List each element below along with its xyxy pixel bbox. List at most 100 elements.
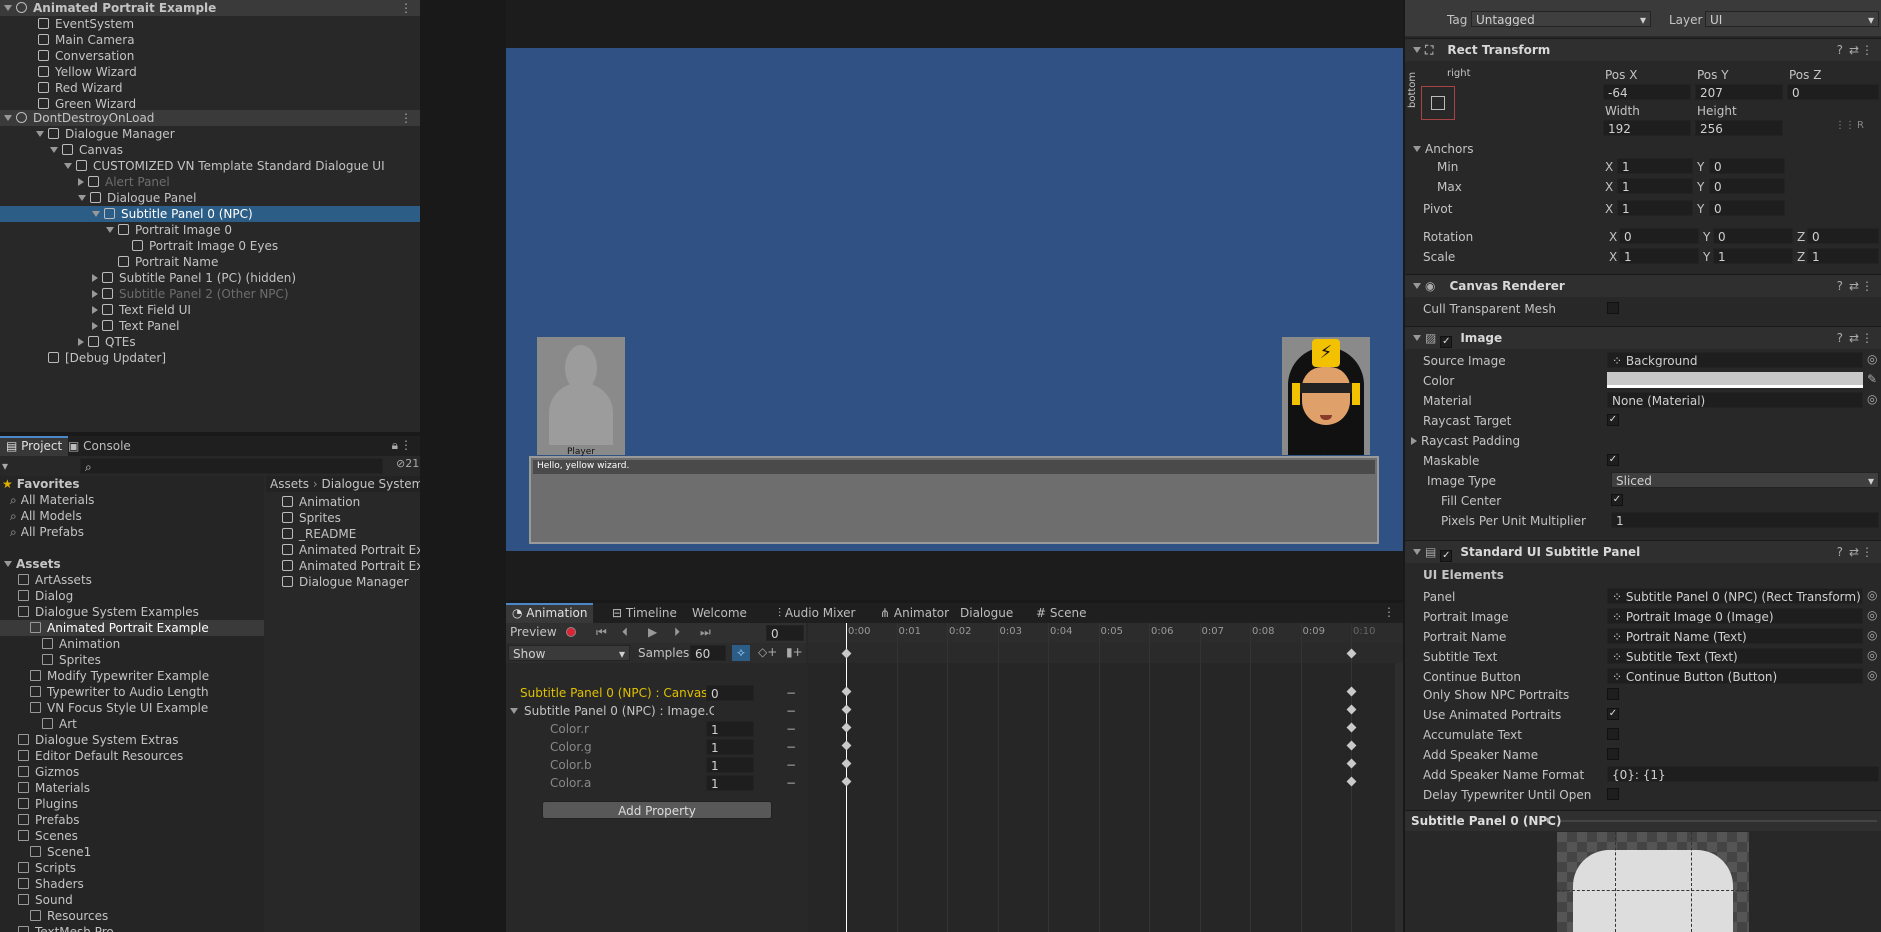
tab-dialogue[interactable]: Dialogue: [954, 603, 1019, 623]
hierarchy-item[interactable]: Subtitle Panel 0 (NPC): [0, 206, 420, 222]
object-picker-icon[interactable]: ◎: [1867, 628, 1877, 642]
foldout-open-icon[interactable]: [64, 163, 72, 169]
raw-edit-icon[interactable]: R: [1857, 120, 1864, 131]
scene-header[interactable]: Animated Portrait Example ⋮: [0, 0, 420, 16]
add-property-button[interactable]: Add Property: [542, 801, 772, 819]
folder-item[interactable]: Gizmos: [0, 764, 264, 780]
foldout-closed-icon[interactable]: [92, 290, 98, 298]
rot-z-input[interactable]: 0: [1807, 228, 1879, 244]
remove-property-icon[interactable]: −: [786, 703, 796, 719]
animated-property-row[interactable]: Color.b 1 −: [506, 757, 806, 773]
folder-item[interactable]: Scripts: [0, 860, 264, 876]
scene-menu-icon[interactable]: ⋮: [400, 0, 412, 16]
anchor-preset-button[interactable]: [1421, 86, 1455, 120]
last-key-icon[interactable]: ⏭: [700, 625, 711, 640]
remove-property-icon[interactable]: −: [786, 775, 796, 791]
help-icon[interactable]: ?: [1837, 275, 1843, 297]
pos-z-input[interactable]: 0: [1787, 84, 1879, 100]
remove-property-icon[interactable]: −: [786, 757, 796, 773]
tab-welcome[interactable]: Welcome: [686, 603, 753, 623]
keyframe[interactable]: [1346, 722, 1357, 733]
ref-field-value[interactable]: ⁘ Portrait Image 0 (Image): [1607, 608, 1863, 624]
cull-checkbox[interactable]: [1607, 302, 1619, 314]
favorite-item[interactable]: ⌕ All Materials: [0, 492, 264, 508]
add-event-icon[interactable]: ▮+: [786, 645, 803, 659]
object-picker-icon[interactable]: ◎: [1867, 352, 1877, 366]
tab-console[interactable]: ▣ Console: [62, 436, 137, 456]
raycast-target-checkbox[interactable]: ✓: [1607, 414, 1619, 426]
object-picker-icon[interactable]: ◎: [1867, 392, 1877, 406]
delay-checkbox[interactable]: [1607, 788, 1619, 800]
rot-y-input[interactable]: 0: [1713, 228, 1793, 244]
menu-icon[interactable]: ⋮: [1383, 605, 1395, 619]
samples-input[interactable]: 60: [690, 645, 726, 661]
remove-property-icon[interactable]: −: [786, 721, 796, 737]
folder-item[interactable]: VN Focus Style UI Example: [0, 700, 264, 716]
asset-item[interactable]: Animated Portrait Example: [266, 558, 420, 574]
max-y-input[interactable]: 0: [1709, 178, 1785, 194]
add-speaker-checkbox[interactable]: [1607, 748, 1619, 760]
hierarchy-item[interactable]: CUSTOMIZED VN Template Standard Dialogue…: [0, 158, 420, 174]
menu-icon[interactable]: ⋮: [1861, 327, 1873, 349]
preview-toggle[interactable]: Preview: [510, 625, 557, 639]
keyframe-mode-icon[interactable]: ⟡: [732, 645, 750, 661]
animated-property-row[interactable]: Color.r 1 −: [506, 721, 806, 737]
property-value-input[interactable]: 1: [706, 757, 754, 773]
hierarchy-item[interactable]: Portrait Image 0: [0, 222, 420, 238]
favorites-header[interactable]: ★ Favorites: [0, 476, 264, 492]
foldout-closed-icon[interactable]: [92, 306, 98, 314]
property-value-input[interactable]: 1: [706, 775, 754, 791]
source-image-field[interactable]: ⁘ Background: [1607, 352, 1863, 368]
preset-icon[interactable]: ⇄: [1849, 327, 1859, 349]
create-dropdown-icon[interactable]: ▾: [2, 459, 8, 473]
raycast-padding-foldout[interactable]: Raycast Padding: [1411, 434, 1520, 448]
keyframe[interactable]: [841, 704, 852, 715]
ref-field-value[interactable]: ⁘ Subtitle Text (Text): [1607, 648, 1863, 664]
pivot-y-input[interactable]: 0: [1709, 200, 1785, 216]
pos-x-input[interactable]: -64: [1603, 84, 1691, 100]
canvas-renderer-header[interactable]: ◉ Canvas Renderer ? ⇄ ⋮: [1405, 274, 1881, 297]
folder-item[interactable]: Dialogue System Extras: [0, 732, 264, 748]
object-picker-icon[interactable]: ◎: [1867, 648, 1877, 662]
ref-field-value[interactable]: ⁘ Portrait Name (Text): [1607, 628, 1863, 644]
keyframe[interactable]: [1346, 704, 1357, 715]
object-picker-icon[interactable]: ◎: [1867, 608, 1877, 622]
hierarchy-item[interactable]: Subtitle Panel 1 (PC) (hidden): [0, 270, 420, 286]
remove-property-icon[interactable]: −: [786, 685, 796, 701]
property-value-input[interactable]: 1: [706, 739, 754, 755]
use-animated-checkbox[interactable]: ✓: [1607, 708, 1619, 720]
folder-item[interactable]: Art: [0, 716, 264, 732]
tag-dropdown[interactable]: Untagged ▾: [1471, 11, 1651, 27]
folder-item[interactable]: Modify Typewriter Example: [0, 668, 264, 684]
object-picker-icon[interactable]: ◎: [1867, 668, 1877, 682]
image-enabled-checkbox[interactable]: ✓: [1440, 336, 1453, 348]
property-value-input[interactable]: 0: [706, 685, 754, 701]
folder-item[interactable]: Sound: [0, 892, 264, 908]
property-value-input[interactable]: 1: [706, 721, 754, 737]
foldout-closed-icon[interactable]: [78, 178, 84, 186]
color-swatch[interactable]: [1607, 372, 1863, 388]
favorite-item[interactable]: ⌕ All Prefabs: [0, 524, 264, 540]
accumulate-checkbox[interactable]: [1607, 728, 1619, 740]
folder-item[interactable]: ArtAssets: [0, 572, 264, 588]
add-keyframe-icon[interactable]: ◇+: [758, 645, 777, 659]
keyframe[interactable]: [1346, 686, 1357, 697]
layer-dropdown[interactable]: UI ▾: [1705, 11, 1879, 27]
keyframe[interactable]: [1346, 776, 1357, 787]
folder-item[interactable]: Typewriter to Audio Length: [0, 684, 264, 700]
animated-property-row[interactable]: Color.g 1 −: [506, 739, 806, 755]
hierarchy-item[interactable]: Text Panel: [0, 318, 420, 334]
lock-icon[interactable]: 🔒︎: [392, 438, 398, 453]
hierarchy-item[interactable]: Alert Panel: [0, 174, 420, 190]
play-icon[interactable]: ▶: [648, 625, 657, 639]
folder-item[interactable]: Dialogue System Examples: [0, 604, 264, 620]
breadcrumb-item[interactable]: Dialogue System Examples: [322, 477, 420, 491]
anchors-foldout[interactable]: Anchors: [1413, 142, 1474, 156]
asset-item[interactable]: Animated Portrait Example Database: [266, 542, 420, 558]
preset-icon[interactable]: ⇄: [1849, 39, 1859, 61]
project-search-input[interactable]: ⌕: [80, 458, 383, 474]
keyframe[interactable]: [1346, 758, 1357, 769]
folder-item[interactable]: Plugins: [0, 796, 264, 812]
asset-item[interactable]: Animation: [266, 494, 420, 510]
tab-audio-mixer[interactable]: ⫶ Audio Mixer: [772, 603, 862, 623]
